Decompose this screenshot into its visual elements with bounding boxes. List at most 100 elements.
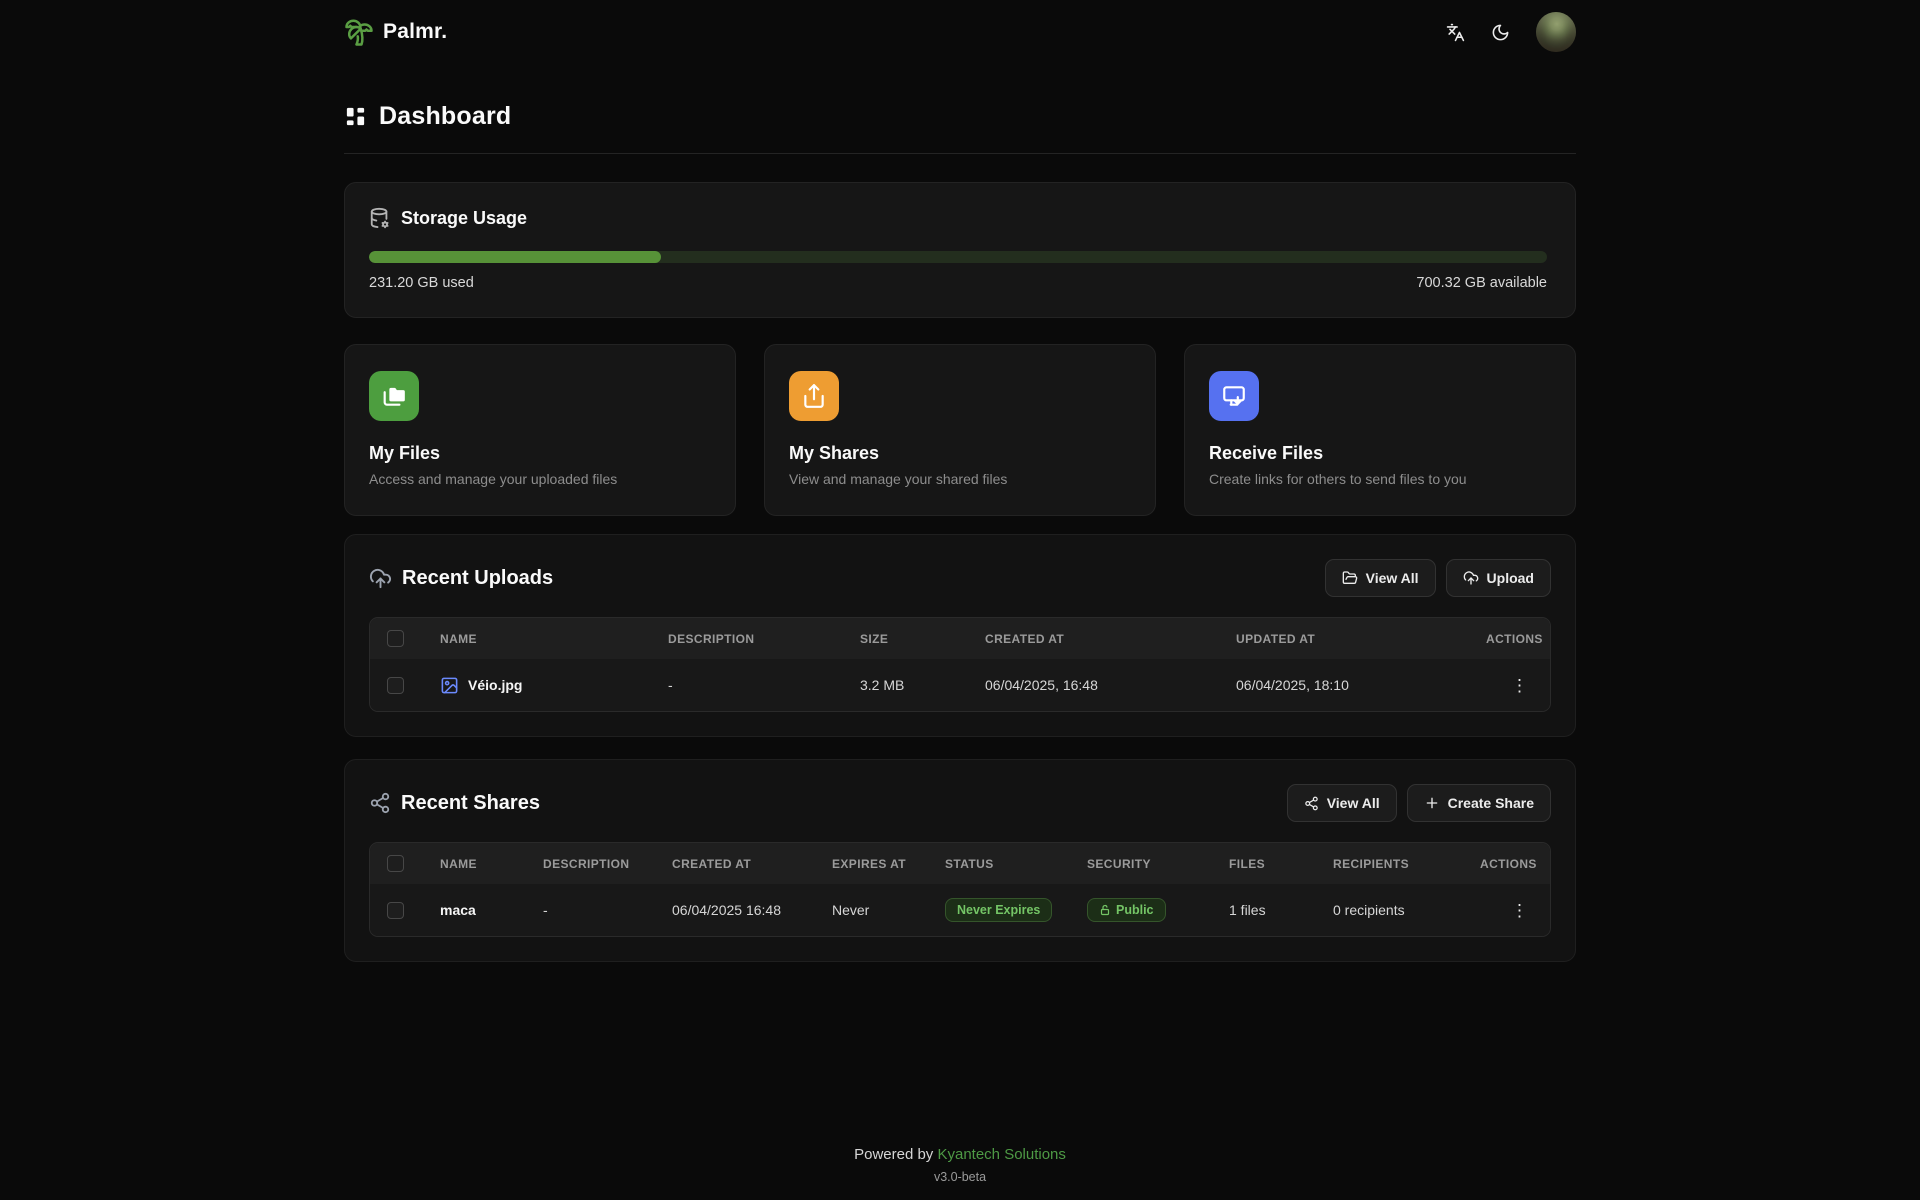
dashboard-grid-icon xyxy=(344,105,367,128)
page-title: Dashboard xyxy=(379,102,511,131)
shares-table: NAME DESCRIPTION CREATED AT EXPIRES AT S… xyxy=(369,842,1551,937)
shares-col-recipients: RECIPIENTS xyxy=(1333,857,1480,871)
user-avatar[interactable] xyxy=(1536,12,1576,52)
create-share-button[interactable]: Create Share xyxy=(1407,784,1551,822)
uploads-table: NAME DESCRIPTION SIZE CREATED AT UPDATED… xyxy=(369,617,1551,712)
powered-by-text: Powered by xyxy=(854,1146,933,1163)
security-badge: Public xyxy=(1087,898,1166,922)
my-files-card[interactable]: My Files Access and manage your uploaded… xyxy=(344,344,736,516)
my-shares-title: My Shares xyxy=(789,443,1131,464)
uploads-view-all-button[interactable]: View All xyxy=(1325,559,1436,597)
uploads-col-updated-at: UPDATED AT xyxy=(1236,632,1486,646)
image-file-icon xyxy=(440,676,459,695)
page-head: Dashboard xyxy=(344,102,1576,131)
my-files-title: My Files xyxy=(369,443,711,464)
share-name[interactable]: maca xyxy=(440,902,543,918)
plus-icon xyxy=(1424,795,1440,811)
security-badge-label: Public xyxy=(1116,903,1154,917)
upload-updated-at: 06/04/2025, 18:10 xyxy=(1236,677,1486,693)
upload-row-checkbox[interactable] xyxy=(387,677,404,694)
quick-cards: My Files Access and manage your uploaded… xyxy=(344,344,1576,516)
recent-uploads-title: Recent Uploads xyxy=(402,567,553,590)
status-badge-label: Never Expires xyxy=(957,903,1040,917)
upload-row-actions-menu[interactable]: ⋮ xyxy=(1511,677,1528,694)
cloud-upload-icon xyxy=(1463,570,1479,586)
shares-table-header: NAME DESCRIPTION CREATED AT EXPIRES AT S… xyxy=(370,843,1550,884)
upload-created-at: 06/04/2025, 16:48 xyxy=(985,677,1236,693)
unlock-icon xyxy=(1099,904,1111,916)
storage-progress-fill xyxy=(369,251,661,263)
language-switcher-button[interactable] xyxy=(1446,23,1465,42)
uploads-col-actions: ACTIONS xyxy=(1486,632,1551,646)
share-nodes-icon xyxy=(1304,796,1319,811)
status-badge: Never Expires xyxy=(945,898,1052,922)
uploads-table-header: NAME DESCRIPTION SIZE CREATED AT UPDATED… xyxy=(370,618,1550,659)
create-share-label: Create Share xyxy=(1448,795,1534,811)
shares-select-all-checkbox[interactable] xyxy=(387,855,404,872)
storage-progress-track xyxy=(369,251,1547,263)
share-row-actions-menu[interactable]: ⋮ xyxy=(1511,902,1528,919)
share-row-checkbox[interactable] xyxy=(387,902,404,919)
share-row: maca - 06/04/2025 16:48 Never Never Expi… xyxy=(370,884,1550,936)
theme-toggle-button[interactable] xyxy=(1491,23,1510,42)
upload-description: - xyxy=(668,677,860,693)
shares-col-status: STATUS xyxy=(945,857,1087,871)
shares-col-expires-at: EXPIRES AT xyxy=(832,857,945,871)
brand-logo[interactable]: Palmr. xyxy=(344,17,447,47)
receive-files-title: Receive Files xyxy=(1209,443,1551,464)
share-recipients-count: 0 recipients xyxy=(1333,902,1480,918)
shares-view-all-label: View All xyxy=(1327,795,1380,811)
title-divider xyxy=(344,153,1576,154)
monitor-down-icon xyxy=(1209,371,1259,421)
uploads-view-all-label: View All xyxy=(1366,570,1419,586)
upload-button-label: Upload xyxy=(1487,570,1534,586)
shares-col-security: SECURITY xyxy=(1087,857,1229,871)
brand-name: Palmr. xyxy=(383,20,447,44)
share-up-icon xyxy=(789,371,839,421)
share-created-at: 06/04/2025 16:48 xyxy=(672,902,832,918)
my-shares-card[interactable]: My Shares View and manage your shared fi… xyxy=(764,344,1156,516)
shares-col-files: FILES xyxy=(1229,857,1333,871)
receive-files-card[interactable]: Receive Files Create links for others to… xyxy=(1184,344,1576,516)
palm-tree-icon xyxy=(344,17,374,47)
cloud-upload-icon xyxy=(369,567,392,590)
shares-view-all-button[interactable]: View All xyxy=(1287,784,1397,822)
storage-usage-card: Storage Usage 231.20 GB used 700.32 GB a… xyxy=(344,182,1576,318)
my-files-subtitle: Access and manage your uploaded files xyxy=(369,471,711,487)
uploads-col-name: NAME xyxy=(440,632,668,646)
storage-usage-title: Storage Usage xyxy=(401,208,527,229)
receive-files-subtitle: Create links for others to send files to… xyxy=(1209,471,1551,487)
moon-icon xyxy=(1491,23,1510,42)
share-expires-at: Never xyxy=(832,902,945,918)
share-nodes-icon xyxy=(369,792,391,814)
share-files-count: 1 files xyxy=(1229,902,1333,918)
kyantech-link[interactable]: Kyantech Solutions xyxy=(937,1146,1065,1163)
upload-size: 3.2 MB xyxy=(860,677,985,693)
storage-available-label: 700.32 GB available xyxy=(1416,275,1547,291)
upload-row: Véio.jpg - 3.2 MB 06/04/2025, 16:48 06/0… xyxy=(370,659,1550,711)
uploads-col-description: DESCRIPTION xyxy=(668,632,860,646)
shares-col-created-at: CREATED AT xyxy=(672,857,832,871)
recent-shares-title: Recent Shares xyxy=(401,792,540,815)
uploads-select-all-checkbox[interactable] xyxy=(387,630,404,647)
upload-file-name[interactable]: Véio.jpg xyxy=(440,676,668,695)
shares-col-description: DESCRIPTION xyxy=(543,857,672,871)
share-description: - xyxy=(543,902,672,918)
footer: Powered by Kyantech Solutions v3.0-beta xyxy=(0,1146,1920,1200)
storage-used-label: 231.20 GB used xyxy=(369,275,474,291)
uploads-col-size: SIZE xyxy=(860,632,985,646)
folders-icon xyxy=(369,371,419,421)
topbar: Palmr. xyxy=(0,0,1920,64)
shares-col-name: NAME xyxy=(440,857,543,871)
languages-icon xyxy=(1446,23,1465,42)
topbar-actions xyxy=(1446,12,1576,52)
shares-col-actions: ACTIONS xyxy=(1480,857,1551,871)
share-name-text: maca xyxy=(440,902,476,918)
database-gear-icon xyxy=(369,207,391,229)
upload-button[interactable]: Upload xyxy=(1446,559,1551,597)
upload-file-name-text: Véio.jpg xyxy=(468,677,522,693)
app-root: Palmr. xyxy=(0,0,1920,1200)
my-shares-subtitle: View and manage your shared files xyxy=(789,471,1131,487)
version-label: v3.0-beta xyxy=(0,1170,1920,1184)
folder-open-icon xyxy=(1342,570,1358,586)
